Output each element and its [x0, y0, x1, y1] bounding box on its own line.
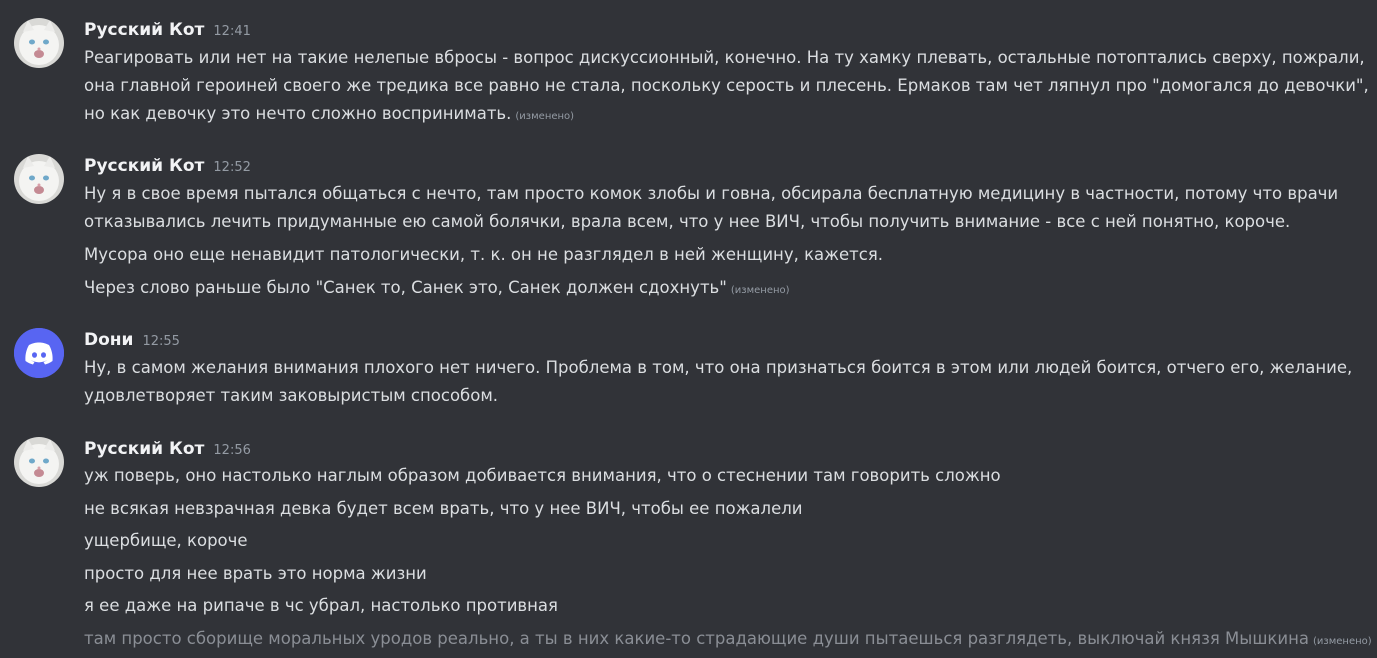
timestamp[interactable]: 12:41	[213, 20, 250, 44]
message-text: но как девочку это нечто сложно восприни…	[84, 100, 1364, 131]
message-text-content: Через слово раньше было "Санек то, Санек…	[84, 278, 727, 297]
timestamp[interactable]: 12:56	[213, 439, 250, 463]
chat-messages: Русский Кот 12:41 Реагировать или нет на …	[0, 0, 1377, 658]
discord-default-avatar-icon	[14, 328, 64, 378]
message-header: Doни 12:55	[84, 328, 180, 352]
message-text: Ну, в самом желания внимания плохого нет…	[84, 358, 1353, 377]
edited-label: (изменено)	[730, 285, 790, 296]
message-text-content: но как девочку это нечто сложно восприни…	[84, 104, 512, 123]
message-text: не всякая невзрачная девка будет всем вр…	[84, 499, 803, 518]
message-text: там просто сборище моральных уродов реал…	[84, 625, 1372, 656]
message-header: Русский Кот 12:52	[84, 154, 251, 178]
message-text: удовлетворяет таким заковыристым способо…	[84, 386, 499, 405]
username[interactable]: Русский Кот	[84, 437, 204, 461]
message-text: Ну я в свое время пытался общаться с неч…	[84, 184, 1339, 203]
message-text: просто для нее врать это норма жизни	[84, 564, 427, 583]
message-text: Реагировать или нет на такие нелепые вбр…	[84, 48, 1365, 67]
message-text-content: там просто сборище моральных уродов реал…	[84, 629, 1310, 648]
avatar[interactable]	[14, 437, 64, 487]
edited-label: (изменено)	[1313, 636, 1372, 647]
avatar[interactable]	[14, 328, 64, 378]
username[interactable]: Русский Кот	[84, 154, 204, 178]
avatar[interactable]	[14, 154, 64, 204]
message-text: Мусора оно еще ненавидит патологически, …	[84, 245, 884, 264]
message-header: Русский Кот 12:56	[84, 437, 251, 461]
message-text: отказывались лечить придуманные ею самой…	[84, 212, 1291, 231]
white-cat-avatar-icon	[14, 437, 64, 487]
message-text: уж поверь, оно настолько наглым образом …	[84, 466, 1001, 485]
username[interactable]: Русский Кот	[84, 18, 204, 42]
message-header: Русский Кот 12:41	[84, 18, 251, 42]
message-text: она главной героиней своего же тредика в…	[84, 76, 1369, 95]
timestamp[interactable]: 12:52	[213, 156, 250, 180]
message-text: я ее даже на рипаче в чс убрал, настольк…	[84, 596, 558, 615]
avatar[interactable]	[14, 18, 64, 68]
white-cat-avatar-icon	[14, 154, 64, 204]
message-text: Через слово раньше было "Санек то, Санек…	[84, 274, 1364, 305]
message-text: ущербище, короче	[84, 531, 248, 550]
username[interactable]: Doни	[84, 328, 133, 352]
timestamp[interactable]: 12:55	[142, 330, 179, 354]
edited-label: (изменено)	[515, 111, 575, 122]
white-cat-avatar-icon	[14, 18, 64, 68]
